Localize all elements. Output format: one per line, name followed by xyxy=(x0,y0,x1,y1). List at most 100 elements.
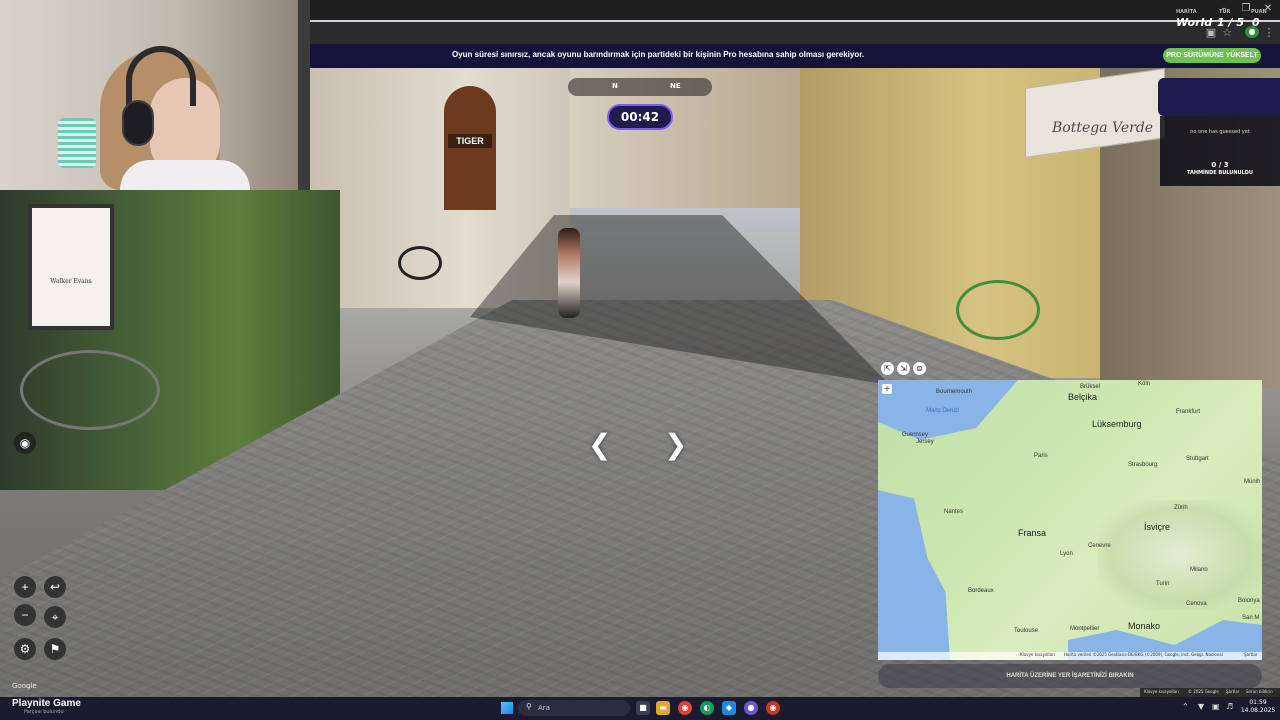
settings-button[interactable]: ⚙ xyxy=(14,638,36,660)
overlay-notification-sub: Parçası bulundu xyxy=(24,709,64,715)
guess-status-panel xyxy=(1160,116,1280,156)
compass-strip: N NE xyxy=(568,78,712,96)
map-value: World xyxy=(1176,16,1213,29)
zoom-out-button[interactable]: − xyxy=(14,604,36,626)
map-label-bournemouth: Bournemouth xyxy=(936,389,973,395)
search-icon: ⚲ xyxy=(526,702,532,711)
no-guess-text: no one has guessed yet xyxy=(1190,129,1250,135)
lamp xyxy=(58,118,96,168)
cyclist xyxy=(558,228,580,318)
map-expand-icon[interactable]: ⇱ xyxy=(881,362,894,375)
volume-icon[interactable]: ♬ xyxy=(1226,702,1233,711)
map-shrink-icon[interactable]: ⇲ xyxy=(897,362,910,375)
map-label-san-m: San M xyxy=(1242,615,1260,621)
poster-text: Walker Evans xyxy=(50,278,92,285)
taskbar-search[interactable]: Ara xyxy=(518,700,630,716)
camera-icon[interactable]: ◉ xyxy=(14,432,36,454)
bicycle-parked xyxy=(398,246,442,280)
browser-toolbar xyxy=(310,22,1280,44)
chrome-icon[interactable]: ◉ xyxy=(678,701,692,715)
found-label: TAHMİNDE BULUNULDU xyxy=(1187,170,1253,176)
round-value: 1 / 5 xyxy=(1217,16,1244,29)
score-panel xyxy=(1158,78,1280,116)
clock-date: 14.08.2025 xyxy=(1240,707,1276,714)
app-icon[interactable]: ◆ xyxy=(722,701,736,715)
map-sea-west xyxy=(878,490,950,660)
return-to-start-button[interactable]: ⌖ xyxy=(44,606,66,628)
map-label-monako: Monako xyxy=(1128,621,1161,631)
network-icon[interactable]: ▣ xyxy=(1212,702,1220,711)
map-label-frankfurt: Frankfurt xyxy=(1176,409,1201,415)
map-label-cenova: Cenova xyxy=(1186,601,1207,607)
tray-chevron-icon[interactable]: ⌃ xyxy=(1182,702,1189,711)
round-label: TUR xyxy=(1219,9,1231,15)
map-label-bruksel: Brüksel xyxy=(1080,384,1101,390)
map-label-stuttgart: Stuttgart xyxy=(1186,456,1209,462)
map-label-turin: Turin xyxy=(1156,581,1170,587)
map-toolbar: ⇱ ⇲ ⊜ xyxy=(878,362,930,378)
found-count: 0 / 3 xyxy=(1211,161,1229,169)
compass-n: N xyxy=(612,82,618,90)
map-label-bolonya: Bolonya xyxy=(1238,598,1260,604)
discord-icon[interactable]: ● xyxy=(744,701,758,715)
map-label-montpellier: Montpellier xyxy=(1070,626,1100,632)
points-value: 0 xyxy=(1252,16,1260,29)
map-label-lyon: Lyon xyxy=(1060,551,1073,557)
clock-time: 01:59 xyxy=(1249,699,1267,706)
map-label-toulouse: Toulouse xyxy=(1014,628,1039,634)
round-timer: 00:42 xyxy=(607,104,673,130)
map-label-strasbourg: Strasbourg xyxy=(1128,462,1158,468)
map-label-paris: Paris xyxy=(1034,453,1048,459)
obs-icon[interactable]: ◉ xyxy=(766,701,780,715)
map-terms-link[interactable]: Şartlar xyxy=(1244,652,1257,657)
overlay-notification: Playnite Game xyxy=(12,698,81,709)
edge-icon[interactable]: ◐ xyxy=(700,701,714,715)
taskbar-clock[interactable]: 01:59 14.08.2025 xyxy=(1240,699,1276,715)
banner-message: Oyun süresi sınırsız, ancak oyunu barınd… xyxy=(452,50,865,59)
map-label-munih: Münih xyxy=(1244,479,1261,485)
shop-sign: TIGER xyxy=(448,134,492,148)
zoom-in-button[interactable]: + xyxy=(14,576,36,598)
sv-report-link[interactable]: Sorun bildirin xyxy=(1246,689,1273,694)
poster-sign xyxy=(28,204,114,330)
map-label-belcika: Belçika xyxy=(1068,392,1098,402)
windows-start-icon[interactable] xyxy=(501,702,513,714)
map-mountains xyxy=(1098,500,1262,610)
map-attribution: Klavye kısayolları Harita verileri ©2025… xyxy=(878,652,1262,660)
headset-icon xyxy=(122,100,154,146)
map-label-nantes: Nantes xyxy=(944,509,964,515)
guess-map[interactable] xyxy=(878,380,1262,660)
map-label-mans-denizi: Manş Denizi xyxy=(926,408,960,414)
google-logo: Google xyxy=(12,682,37,690)
screen: TIGER Bottega Verde ❮ ❯ Walker Evans – ❐… xyxy=(0,0,1280,720)
points-label: PUAN xyxy=(1251,9,1267,15)
sv-terms-link[interactable]: Şartlar xyxy=(1226,689,1239,694)
menu-icon[interactable]: ⋮ xyxy=(1262,26,1276,39)
awning-text: Bottega Verde xyxy=(1052,120,1154,136)
map-label-koln: Köln xyxy=(1138,381,1151,387)
usb-icon[interactable]: ▼ xyxy=(1198,702,1204,711)
map-label-milano: Milano xyxy=(1190,567,1208,573)
map-label-fransa: Fransa xyxy=(1018,528,1047,538)
upgrade-pro-button[interactable]: PRO SÜRÜMÜNE YÜKSELT xyxy=(1163,48,1261,63)
undo-button[interactable]: ↩ xyxy=(44,576,66,598)
file-explorer-icon[interactable]: ▬ xyxy=(656,701,670,715)
map-label-lukseburg: Lüksemburg xyxy=(1092,419,1142,429)
place-marker-button[interactable]: HARİTA ÜZERİNE YER İŞARETİNİZİ BIRAKIN xyxy=(878,664,1262,688)
map-label: HARİTA xyxy=(1176,9,1197,15)
map-label-guernsey: Guernsey xyxy=(902,432,929,438)
map-label-zurih: Zürih xyxy=(1174,505,1188,511)
task-view-icon[interactable]: ■ xyxy=(636,701,650,715)
map-label-isvicre: İsviçre xyxy=(1144,522,1171,532)
nav-arrow-left-icon[interactable]: ❮ xyxy=(588,428,611,461)
sv-shortcuts-link[interactable]: Klavye kısayolları xyxy=(1144,689,1179,694)
compass-ne: NE xyxy=(670,82,681,90)
browser-titlebar xyxy=(310,0,1280,20)
map-pin-toggle-icon[interactable]: ⊜ xyxy=(913,362,926,375)
nav-arrow-right-icon[interactable]: ❯ xyxy=(664,428,687,461)
map-data-text: Harita verileri ©2025 GeoBasis-DE/BKG (©… xyxy=(1064,652,1223,657)
checkpoint-flag-button[interactable]: ⚑ xyxy=(44,638,66,660)
map-shortcuts-link[interactable]: Klavye kısayolları xyxy=(1020,652,1055,657)
map-zoom-in-button[interactable]: + xyxy=(882,384,892,394)
shop-door xyxy=(444,86,496,210)
